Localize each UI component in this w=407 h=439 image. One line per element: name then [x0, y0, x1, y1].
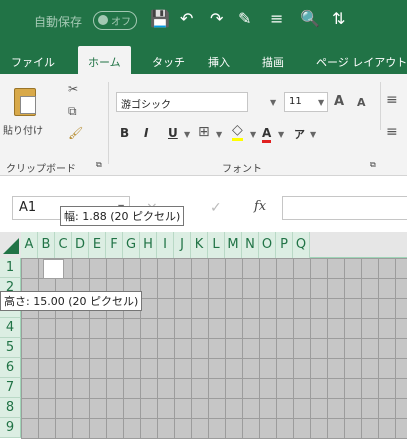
column-header-c[interactable]: C	[55, 232, 72, 258]
fill-color-icon[interactable]: ◇	[232, 122, 243, 141]
phonetic-dropdown-icon[interactable]: ▼	[310, 130, 316, 139]
bold-button[interactable]: B	[120, 126, 129, 140]
column-width-tooltip: 幅: 1.88 (20 ピクセル)	[60, 206, 185, 226]
column-header-j[interactable]: J	[174, 232, 191, 258]
row-height-tooltip: 高さ: 15.00 (20 ピクセル)	[0, 291, 143, 311]
column-header-o[interactable]: O	[259, 232, 276, 258]
tab-touch[interactable]: タッチ	[152, 54, 185, 70]
column-header-a[interactable]: A	[21, 232, 38, 258]
sort-icon[interactable]: ⇅	[332, 9, 345, 28]
fill-color-dropdown-icon[interactable]: ▼	[250, 130, 256, 139]
column-header-d[interactable]: D	[72, 232, 89, 258]
column-header-f[interactable]: F	[106, 232, 123, 258]
group-separator	[380, 82, 381, 130]
italic-button[interactable]: I	[144, 126, 148, 140]
autosave-toggle[interactable]: オフ	[93, 11, 137, 30]
menu-icon[interactable]: ≡	[270, 9, 283, 28]
font-launcher-icon[interactable]: ⧉	[370, 160, 376, 170]
underline-dropdown-icon[interactable]: ▼	[184, 130, 190, 139]
column-header-p[interactable]: P	[276, 232, 293, 258]
column-header-i[interactable]: I	[157, 232, 174, 258]
print-preview-icon[interactable]: 🔍	[300, 9, 320, 28]
row-header-5[interactable]: 5	[0, 338, 21, 358]
copy-icon[interactable]: ⧉	[68, 104, 77, 119]
select-all-button[interactable]	[0, 232, 21, 258]
row-header-9[interactable]: 9	[0, 418, 21, 438]
phonetic-button[interactable]: ア	[294, 126, 305, 142]
font-name-select[interactable]: 游ゴシック	[116, 92, 248, 112]
format-painter-icon[interactable]: 🖌	[68, 126, 83, 140]
column-header-q[interactable]: Q	[293, 232, 310, 258]
font-group-label: フォント	[222, 164, 262, 175]
formula-input[interactable]	[282, 196, 407, 220]
font-size-dropdown-icon[interactable]: ▼	[318, 98, 324, 107]
undo-icon[interactable]: ↶	[180, 9, 193, 28]
tab-draw[interactable]: 描画	[262, 54, 284, 70]
font-name-dropdown-icon[interactable]: ▼	[270, 98, 276, 107]
align-left-icon[interactable]: ≡	[386, 124, 398, 140]
cut-icon[interactable]: ✂	[68, 82, 78, 96]
pen-icon[interactable]: ✎	[238, 9, 251, 28]
tab-insert[interactable]: 挿入	[208, 54, 230, 70]
row-header-8[interactable]: 8	[0, 398, 21, 418]
column-header-b[interactable]: B	[38, 232, 55, 258]
column-header-h[interactable]: H	[140, 232, 157, 258]
column-header-e[interactable]: E	[89, 232, 106, 258]
tab-home[interactable]: ホーム	[78, 46, 131, 74]
row-header-1[interactable]: 1	[0, 258, 21, 278]
paste-sheet-icon	[20, 96, 36, 114]
title-bar: 自動保存 オフ 💾 ↶ ↷ ✎ ≡ 🔍 ⇅	[0, 0, 407, 42]
paste-button[interactable]: 貼り付け	[3, 80, 44, 146]
cell-area[interactable]	[21, 258, 407, 439]
clipboard-group-label: クリップボード	[6, 164, 76, 175]
select-all-icon	[3, 238, 19, 254]
row-header-4[interactable]: 4	[0, 318, 21, 338]
border-icon[interactable]: ⊞	[198, 124, 210, 140]
column-header-k[interactable]: K	[191, 232, 208, 258]
font-color-button[interactable]: A	[262, 126, 272, 143]
row-header-6[interactable]: 6	[0, 358, 21, 378]
active-cell-a1[interactable]	[43, 259, 64, 279]
function-icon[interactable]: fx	[254, 199, 266, 214]
column-header-n[interactable]: N	[242, 232, 259, 258]
underline-button[interactable]: U	[168, 126, 178, 140]
save-icon[interactable]: 💾	[150, 9, 170, 28]
column-header-g[interactable]: G	[123, 232, 140, 258]
tab-page-layout[interactable]: ページ レイアウト	[316, 54, 407, 70]
border-dropdown-icon[interactable]: ▼	[216, 130, 222, 139]
font-color-dropdown-icon[interactable]: ▼	[278, 130, 284, 139]
clipboard-launcher-icon[interactable]: ⧉	[96, 160, 102, 170]
column-header-l[interactable]: L	[208, 232, 225, 258]
paste-label: 貼り付け	[3, 126, 43, 137]
autosave-state: オフ	[111, 17, 131, 28]
toggle-knob	[98, 15, 108, 25]
autosave-label: 自動保存	[34, 15, 83, 29]
redo-icon[interactable]: ↷	[210, 9, 223, 28]
tab-file[interactable]: ファイル	[11, 54, 55, 70]
group-separator	[108, 82, 109, 164]
row-header-7[interactable]: 7	[0, 378, 21, 398]
align-top-icon[interactable]: ≡	[386, 92, 398, 108]
shrink-font-button[interactable]: A	[357, 96, 366, 109]
enter-icon[interactable]: ✓	[210, 200, 222, 216]
grow-font-button[interactable]: A	[334, 94, 344, 109]
ribbon-tabs: ファイル ホーム タッチ 挿入 描画 ページ レイアウト	[0, 42, 407, 74]
column-header-m[interactable]: M	[225, 232, 242, 258]
